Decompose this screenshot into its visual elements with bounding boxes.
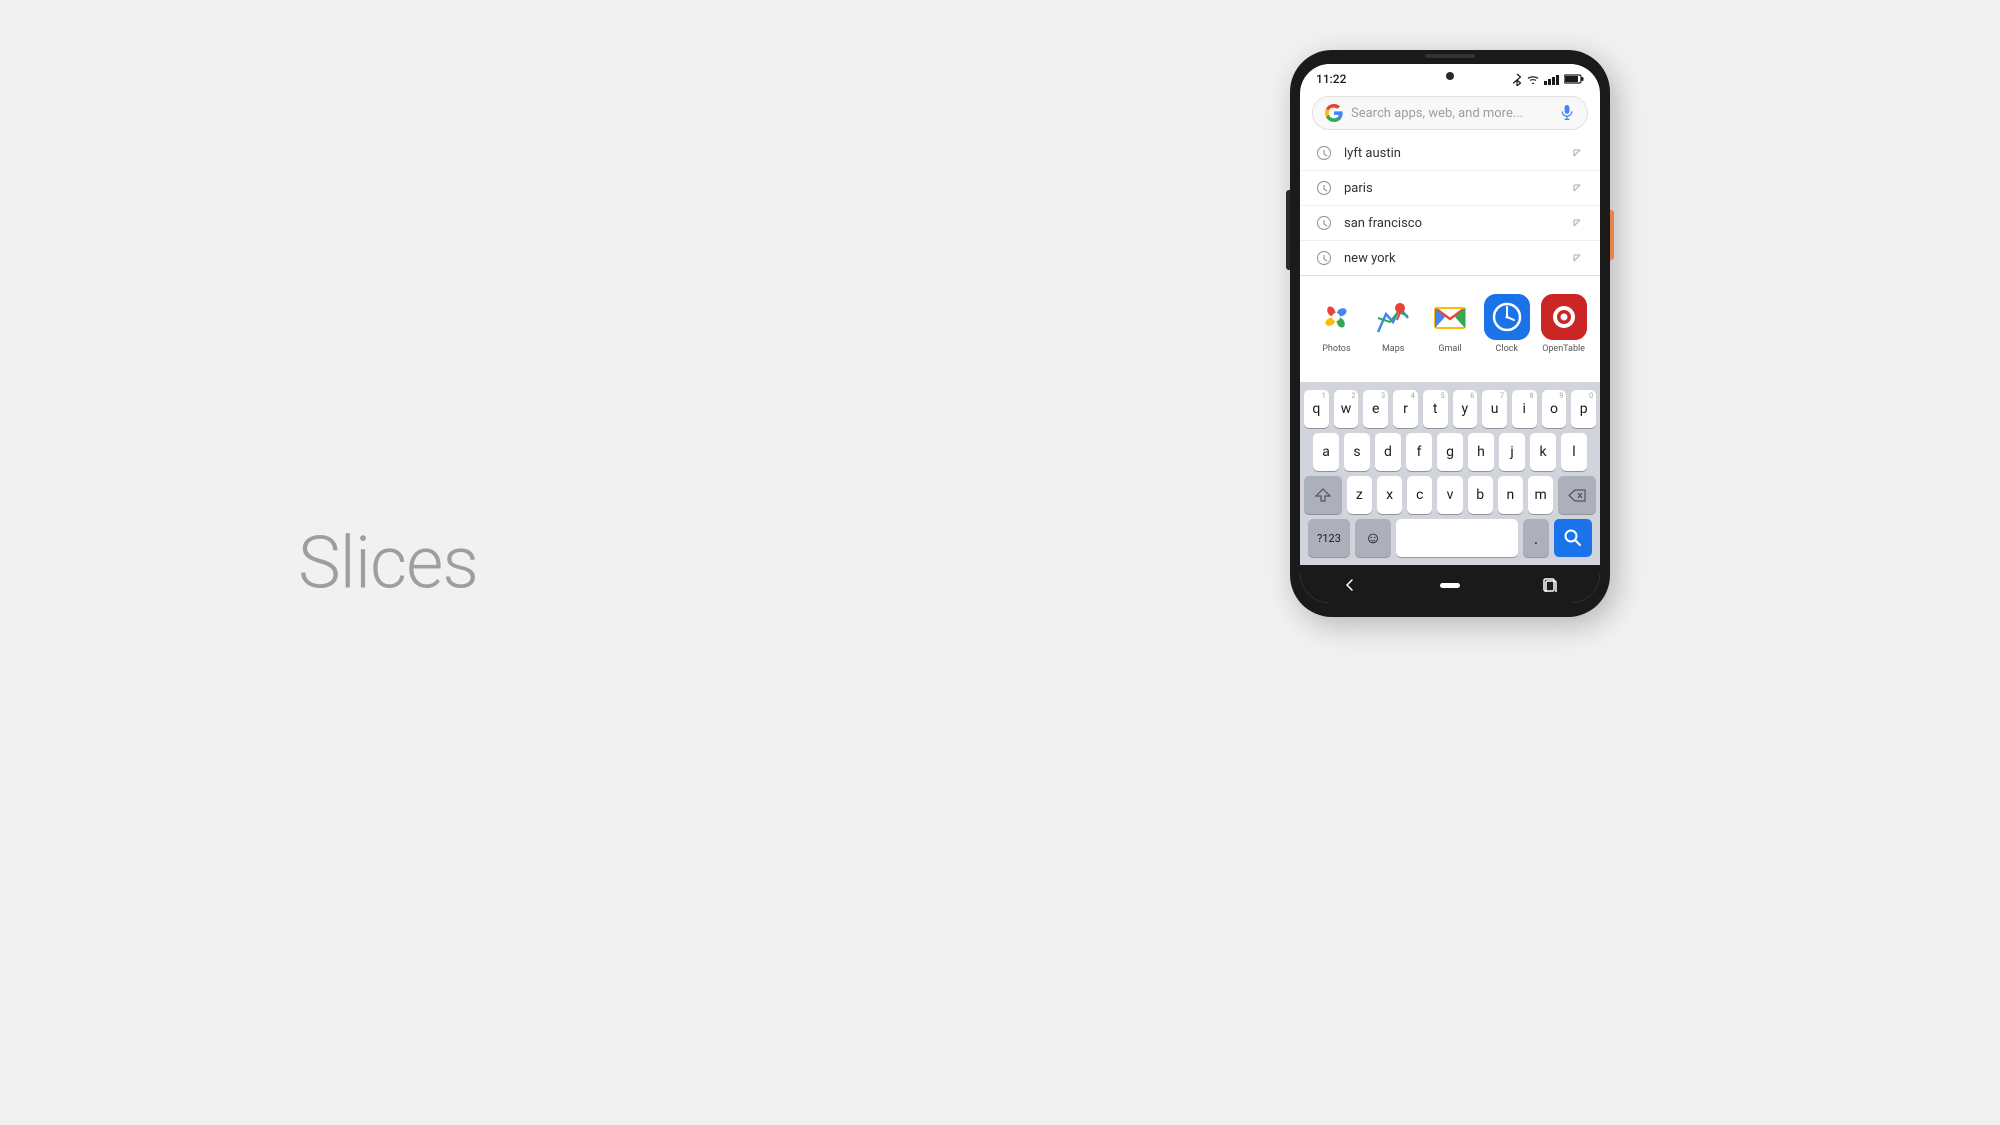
app-label-clock: Clock — [1496, 344, 1518, 354]
keyboard-row-3: z x c v b n m — [1304, 476, 1596, 514]
history-icon — [1316, 215, 1332, 231]
suggestions-list: lyft austin paris — [1300, 136, 1600, 276]
key-h[interactable]: h — [1468, 433, 1494, 471]
key-shift[interactable] — [1304, 476, 1342, 514]
nav-bar — [1300, 565, 1600, 603]
battery-icon — [1564, 74, 1584, 84]
history-icon — [1316, 145, 1332, 161]
keyboard-row-1: q1 w2 e3 r4 t5 y6 u7 i8 o9 p0 — [1304, 390, 1596, 428]
arrow-up-left-icon — [1570, 146, 1584, 160]
app-item-clock[interactable]: Clock — [1481, 294, 1533, 354]
camera-dot — [1446, 72, 1454, 80]
key-p[interactable]: p0 — [1571, 390, 1596, 428]
search-icon — [1563, 528, 1583, 548]
nav-recents-button[interactable] — [1540, 575, 1560, 595]
phone-outer: 11:22 — [1290, 50, 1610, 617]
signal-icon — [1544, 74, 1560, 85]
app-label-photos: Photos — [1322, 344, 1350, 354]
key-f[interactable]: f — [1406, 433, 1432, 471]
arrow-up-left-icon — [1570, 251, 1584, 265]
phone-screen: 11:22 — [1300, 64, 1600, 603]
mic-icon[interactable] — [1559, 105, 1575, 121]
key-emoji[interactable]: ☺ — [1355, 519, 1391, 557]
key-period[interactable]: . — [1523, 519, 1549, 557]
key-search[interactable] — [1554, 519, 1592, 557]
suggestion-item[interactable]: san francisco — [1300, 206, 1600, 241]
key-o[interactable]: o9 — [1542, 390, 1567, 428]
key-y[interactable]: y6 — [1453, 390, 1478, 428]
photos-app-icon — [1313, 294, 1359, 340]
app-item-gmail[interactable]: Gmail — [1424, 294, 1476, 354]
key-a[interactable]: a — [1313, 433, 1339, 471]
key-u[interactable]: u7 — [1482, 390, 1507, 428]
bluetooth-icon — [1512, 73, 1522, 86]
app-label-maps: Maps — [1382, 344, 1404, 354]
arrow-up-left-icon — [1570, 216, 1584, 230]
nav-home-button[interactable] — [1440, 575, 1460, 595]
keyboard: q1 w2 e3 r4 t5 y6 u7 i8 o9 p0 a s d f — [1300, 382, 1600, 565]
home-indicator — [1440, 583, 1460, 588]
speaker — [1425, 54, 1475, 58]
search-bar[interactable]: Search apps, web, and more... — [1312, 96, 1588, 130]
key-s[interactable]: s — [1344, 433, 1370, 471]
key-q[interactable]: q1 — [1304, 390, 1329, 428]
key-v[interactable]: v — [1437, 476, 1462, 514]
shift-icon — [1315, 488, 1331, 502]
suggestion-item[interactable]: paris — [1300, 171, 1600, 206]
suggestion-text: san francisco — [1344, 216, 1558, 231]
key-r[interactable]: r4 — [1393, 390, 1418, 428]
key-t[interactable]: t5 — [1423, 390, 1448, 428]
key-z[interactable]: z — [1347, 476, 1372, 514]
key-l[interactable]: l — [1561, 433, 1587, 471]
key-w[interactable]: w2 — [1334, 390, 1359, 428]
key-space[interactable] — [1396, 519, 1518, 557]
app-row: Photos Map — [1300, 280, 1600, 362]
nav-back-button[interactable] — [1340, 575, 1360, 595]
back-icon — [1343, 578, 1357, 592]
history-icon — [1316, 250, 1332, 266]
search-placeholder: Search apps, web, and more... — [1351, 106, 1551, 121]
backspace-icon — [1568, 489, 1586, 502]
key-backspace[interactable] — [1558, 476, 1596, 514]
suggestion-item[interactable]: new york — [1300, 241, 1600, 276]
opentable-app-icon — [1541, 294, 1587, 340]
arrow-up-left-icon — [1570, 181, 1584, 195]
suggestion-text: lyft austin — [1344, 146, 1558, 161]
keyboard-bottom-row: ?123 ☺ . — [1304, 519, 1596, 557]
key-m[interactable]: m — [1528, 476, 1553, 514]
status-icons — [1512, 73, 1584, 86]
clock-app-icon — [1484, 294, 1530, 340]
key-c[interactable]: c — [1407, 476, 1432, 514]
key-i[interactable]: i8 — [1512, 390, 1537, 428]
key-e[interactable]: e3 — [1363, 390, 1388, 428]
key-k[interactable]: k — [1530, 433, 1556, 471]
keyboard-row-2: a s d f g h j k l — [1304, 433, 1596, 471]
status-time: 11:22 — [1316, 72, 1346, 86]
app-label-gmail: Gmail — [1438, 344, 1461, 354]
wifi-icon — [1526, 74, 1540, 85]
app-item-maps[interactable]: Maps — [1367, 294, 1419, 354]
phone-mockup: 11:22 — [1290, 50, 1610, 617]
key-b[interactable]: b — [1468, 476, 1493, 514]
app-item-opentable[interactable]: OpenTable — [1538, 294, 1590, 354]
suggestion-text: paris — [1344, 181, 1558, 196]
maps-app-icon — [1370, 294, 1416, 340]
history-icon — [1316, 180, 1332, 196]
key-x[interactable]: x — [1377, 476, 1402, 514]
suggestion-item[interactable]: lyft austin — [1300, 136, 1600, 171]
key-g[interactable]: g — [1437, 433, 1463, 471]
key-n[interactable]: n — [1498, 476, 1523, 514]
gmail-app-icon — [1427, 294, 1473, 340]
google-logo — [1325, 104, 1343, 122]
key-numbers[interactable]: ?123 — [1308, 519, 1350, 557]
suggestion-text: new york — [1344, 251, 1558, 266]
app-item-photos[interactable]: Photos — [1310, 294, 1362, 354]
app-label-opentable: OpenTable — [1542, 344, 1585, 354]
key-j[interactable]: j — [1499, 433, 1525, 471]
key-d[interactable]: d — [1375, 433, 1401, 471]
page-title: Slices — [298, 520, 478, 605]
recents-icon — [1543, 578, 1557, 592]
